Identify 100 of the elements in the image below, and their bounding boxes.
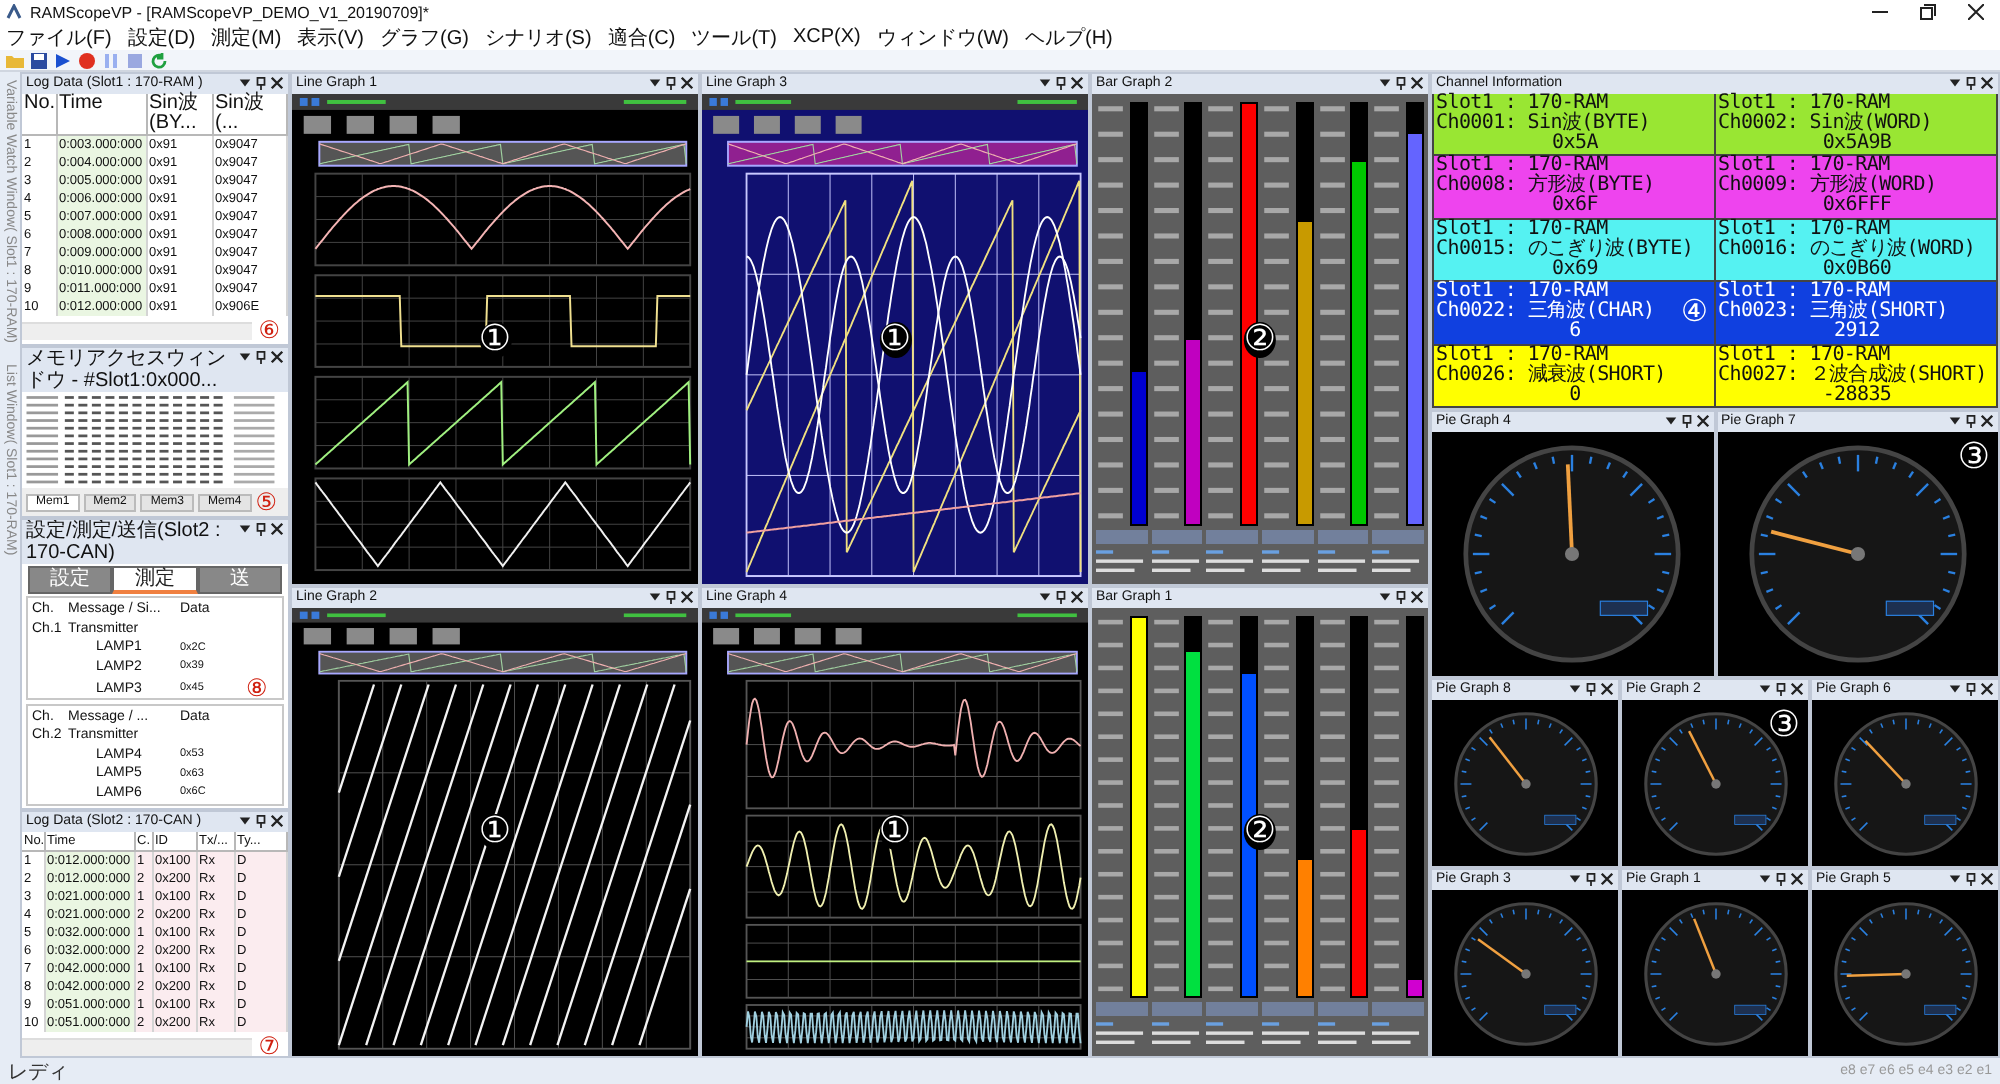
menu-item[interactable]: 測定(M)	[211, 23, 282, 51]
close-icon[interactable]	[270, 522, 284, 536]
pin-icon[interactable]	[1774, 682, 1788, 696]
pin-icon[interactable]	[664, 590, 678, 604]
channel-label: Ch0022: 三角波(CHAR)	[1436, 302, 1655, 323]
menu-item[interactable]: ウィンドウ(W)	[876, 23, 1009, 51]
menu-item[interactable]: グラフ(G)	[380, 23, 469, 51]
dropdown-icon[interactable]	[1948, 872, 1962, 886]
pin-icon[interactable]	[1054, 76, 1068, 90]
horizontal-scrollbar[interactable]	[22, 1037, 253, 1055]
annotation-number: ⑥	[258, 318, 280, 342]
value-box	[1151, 530, 1203, 544]
needle-hub	[1900, 968, 1910, 978]
close-icon[interactable]	[1600, 682, 1614, 696]
close-icon[interactable]	[1070, 76, 1084, 90]
dropdown-icon[interactable]	[238, 522, 252, 536]
refresh-icon[interactable]	[150, 51, 168, 69]
dropdown-icon[interactable]	[1948, 682, 1962, 696]
menu-item[interactable]: ファイル(F)	[6, 23, 112, 51]
pin-icon[interactable]	[1394, 76, 1408, 90]
close-icon[interactable]	[270, 76, 284, 90]
pin-icon[interactable]	[254, 522, 268, 536]
dropdown-icon[interactable]	[1948, 76, 1962, 90]
slot-label: Slot1 : 170-RAM	[1436, 94, 1608, 114]
pin-icon[interactable]	[1964, 872, 1978, 886]
dropdown-icon[interactable]	[1663, 414, 1677, 428]
dropdown-icon[interactable]	[1758, 682, 1772, 696]
menu-item[interactable]: 適合(C)	[607, 23, 676, 51]
horizontal-scrollbar[interactable]	[22, 321, 253, 339]
dropdown-icon[interactable]	[1038, 590, 1052, 604]
value-box	[1317, 530, 1369, 544]
pin-icon[interactable]	[1584, 872, 1598, 886]
close-icon[interactable]	[1980, 872, 1994, 886]
window-title: RAMScopeVP - [RAMScopeVP_DEMO_V1_20190709]*	[30, 3, 432, 21]
pin-icon[interactable]	[254, 350, 268, 364]
dropdown-icon[interactable]	[648, 590, 662, 604]
menu-item[interactable]: シナリオ(S)	[484, 23, 592, 51]
close-icon[interactable]	[1695, 414, 1709, 428]
pin-icon[interactable]	[1964, 414, 1978, 428]
record-icon[interactable]	[78, 51, 96, 69]
pin-icon[interactable]	[1394, 590, 1408, 604]
dropdown-icon[interactable]	[1948, 414, 1962, 428]
dropdown-icon[interactable]	[238, 76, 252, 90]
menu-item[interactable]: ツール(T)	[691, 23, 777, 51]
dropdown-icon[interactable]	[1758, 872, 1772, 886]
close-icon[interactable]	[1968, 4, 1984, 20]
dropdown-icon[interactable]	[1378, 76, 1392, 90]
close-icon[interactable]	[1980, 682, 1994, 696]
close-icon[interactable]	[680, 76, 694, 90]
tab[interactable]: 送	[197, 566, 282, 594]
close-icon[interactable]	[1410, 76, 1424, 90]
pin-icon[interactable]	[1679, 414, 1693, 428]
gauge-dial	[1833, 901, 1977, 1045]
save-icon[interactable]	[30, 51, 48, 69]
restore-icon[interactable]	[1920, 4, 1936, 20]
close-icon[interactable]	[270, 814, 284, 828]
menu-item[interactable]: 表示(V)	[297, 23, 365, 51]
value-box	[1262, 1002, 1314, 1016]
column-header[interactable]: Sin波(...	[212, 94, 287, 135]
tab[interactable]: 設定	[28, 566, 113, 594]
close-icon[interactable]	[680, 590, 694, 604]
pin-icon[interactable]	[1774, 872, 1788, 886]
column-header[interactable]: Sin波(BY...	[146, 94, 212, 135]
menu-item[interactable]: XCP(X)	[792, 26, 861, 48]
dropdown-icon[interactable]	[1378, 590, 1392, 604]
dropdown-icon[interactable]	[1568, 872, 1582, 886]
tab[interactable]: 測定	[112, 566, 198, 594]
column-header[interactable]: No.	[22, 94, 56, 135]
channel-label: Ch0015: のこぎり波(BYTE)	[1436, 239, 1694, 260]
pin-icon[interactable]	[254, 814, 268, 828]
value-box	[1262, 530, 1314, 544]
channel-label: Ch0001: Sin波(BYTE)	[1436, 114, 1650, 134]
dropdown-icon[interactable]	[238, 814, 252, 828]
dropdown-icon[interactable]	[238, 350, 252, 364]
pin-icon[interactable]	[1584, 682, 1598, 696]
pin-icon[interactable]	[1964, 682, 1978, 696]
column-header[interactable]: Time	[56, 94, 146, 135]
dropdown-icon[interactable]	[1568, 682, 1582, 696]
channel-label: Ch0002: Sin波(WORD)	[1718, 114, 1932, 134]
dropdown-icon[interactable]	[648, 76, 662, 90]
close-icon[interactable]	[270, 350, 284, 364]
menu-item[interactable]: 設定(D)	[127, 23, 196, 51]
gauge-dial	[1453, 711, 1597, 855]
close-icon[interactable]	[1790, 872, 1804, 886]
pin-icon[interactable]	[1054, 590, 1068, 604]
pin-icon[interactable]	[254, 76, 268, 90]
close-icon[interactable]	[1600, 872, 1614, 886]
annotation-number: ④	[1681, 297, 1708, 328]
pin-icon[interactable]	[664, 76, 678, 90]
pin-icon[interactable]	[1964, 76, 1978, 90]
channel-value: 0x5A9B	[1820, 134, 1894, 154]
close-icon[interactable]	[1410, 590, 1424, 604]
menu-item[interactable]: ヘルプ(H)	[1025, 23, 1113, 51]
slot-label: Slot1 : 170-RAM	[1436, 219, 1608, 240]
close-icon[interactable]	[1980, 76, 1994, 90]
needle-hub	[1565, 546, 1580, 562]
close-icon[interactable]	[1790, 682, 1804, 696]
close-icon[interactable]	[1070, 590, 1084, 604]
dropdown-icon[interactable]	[1038, 76, 1052, 90]
close-icon[interactable]	[1980, 414, 1994, 428]
